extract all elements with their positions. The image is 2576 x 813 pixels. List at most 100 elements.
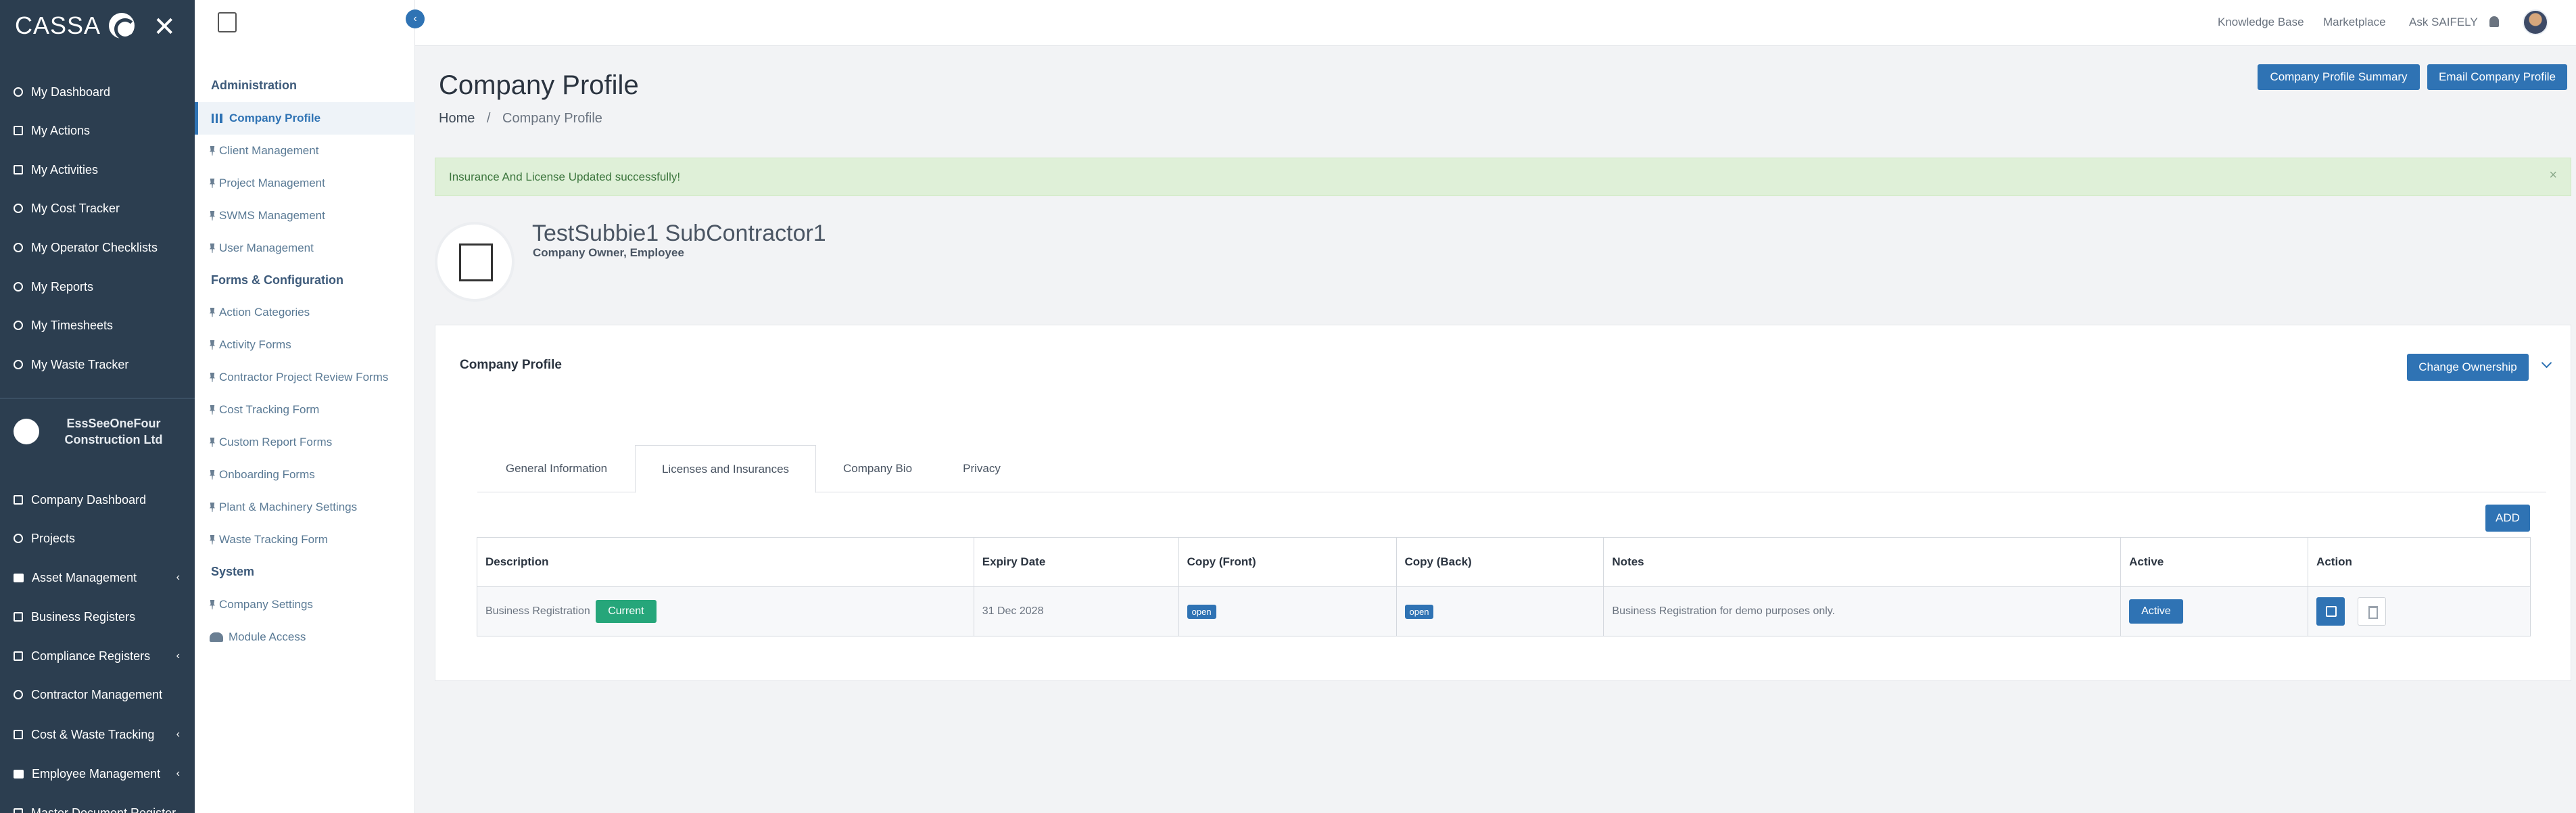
tab-general-information[interactable]: General Information	[477, 445, 636, 492]
active-cell: Active	[2120, 586, 2309, 636]
close-alert-icon[interactable]: ×	[2549, 168, 2557, 183]
sidebar-item-label: Employee Management	[32, 766, 161, 781]
box-icon	[14, 165, 23, 175]
licenses-table: Description Expiry Date Copy (Front) Cop…	[477, 537, 2531, 636]
column-header[interactable]: Copy (Back)	[1396, 537, 1604, 587]
subnav-item-action-categories[interactable]: Action Categories	[210, 306, 310, 319]
breadcrumb: Home / Company Profile	[439, 111, 602, 126]
sidebar-item-master-document-register[interactable]: Master Document Register	[0, 794, 195, 813]
column-header[interactable]: Notes	[1603, 537, 2122, 587]
add-button[interactable]: ADD	[2485, 505, 2530, 532]
chevron-left-icon: ‹	[176, 768, 180, 779]
sidebar-item-business-registers[interactable]: Business Registers	[0, 598, 195, 636]
tab-privacy[interactable]: Privacy	[938, 445, 1025, 492]
sidebar-item-my-cost-tracker[interactable]: My Cost Tracker	[0, 189, 195, 227]
sidebar-item-my-activities[interactable]: My Activities	[0, 151, 195, 189]
sidebar-item-contractor-management[interactable]: Contractor Management	[0, 676, 195, 714]
company-switcher[interactable]: EssSeeOneFour Construction Ltd	[0, 398, 195, 464]
brand-name: CASSA	[15, 11, 101, 39]
subnav-item-module-access[interactable]: Module Access	[210, 630, 306, 644]
sidebar-item-label: Company Dashboard	[31, 492, 147, 507]
action-cell	[2308, 586, 2531, 636]
copy-back-cell: open	[1396, 586, 1604, 636]
profile-header: TestSubbie1 SubContractor1 Company Owner…	[435, 202, 2571, 310]
subnav-item-company-settings[interactable]: Company Settings	[210, 598, 313, 611]
subnav-item-cost-tracking-form[interactable]: Cost Tracking Form	[210, 403, 319, 417]
asset-icon	[14, 573, 24, 582]
pin-icon	[210, 308, 215, 317]
subnav-item-label: Onboarding Forms	[219, 468, 315, 481]
knowledge-base-link[interactable]: Knowledge Base	[2218, 16, 2304, 29]
marketplace-link[interactable]: Marketplace	[2323, 16, 2386, 29]
pin-icon	[210, 373, 215, 382]
subnav-item-label: Project Management	[219, 177, 325, 189]
column-header[interactable]: Description	[477, 537, 974, 587]
company-profile-summary-button[interactable]: Company Profile Summary	[2258, 64, 2420, 90]
subnav-item-swms-management[interactable]: SWMS Management	[210, 209, 325, 223]
ring-icon	[14, 243, 23, 252]
sidebar-item-my-reports[interactable]: My Reports	[0, 268, 195, 306]
subnav-heading-system: System	[211, 565, 255, 578]
open-back-link[interactable]: open	[1404, 604, 1434, 619]
close-sidebar-icon[interactable]: ✕	[153, 14, 176, 41]
table-row: Business Registration Current 31 Dec 202…	[477, 586, 2531, 636]
change-ownership-button[interactable]: Change Ownership	[2407, 354, 2529, 381]
chevron-down-icon[interactable]	[2541, 357, 2552, 369]
status-badge: Current	[596, 600, 657, 623]
ask-saifely-link[interactable]: Ask SAIFELY	[2409, 16, 2478, 29]
subnav-item-plant-machinery-settings[interactable]: Plant & Machinery Settings	[210, 501, 357, 514]
sidebar-item-compliance-registers[interactable]: Compliance Registers ‹	[0, 637, 195, 675]
page-title: Company Profile	[439, 70, 639, 100]
sidebar-item-my-dashboard[interactable]: My Dashboard	[0, 73, 195, 111]
sidebar-item-label: My Dashboard	[31, 85, 111, 99]
collapse-subnav-button[interactable]: ‹	[406, 9, 425, 28]
subnav-item-project-management[interactable]: Project Management	[210, 177, 325, 190]
column-header[interactable]: Copy (Front)	[1178, 537, 1397, 587]
sidebar-item-label: Business Registers	[31, 609, 136, 624]
cost-icon	[14, 730, 23, 739]
subnav-item-company-profile[interactable]: Company Profile	[195, 102, 415, 135]
company-profile-panel: Company Profile Change Ownership General…	[435, 325, 2571, 681]
user-avatar[interactable]	[2523, 9, 2548, 35]
trash-icon[interactable]	[2357, 597, 2386, 626]
main-sidebar: CASSA ✕ My Dashboard My Actions My Activ…	[0, 0, 195, 813]
brand-logo-icon	[109, 13, 137, 40]
sidebar-item-label: My Operator Checklists	[31, 240, 158, 254]
email-company-profile-button[interactable]: Email Company Profile	[2427, 64, 2567, 90]
sidebar-item-label: Asset Management	[32, 570, 137, 584]
column-header[interactable]: Expiry Date	[973, 537, 1179, 587]
sidebar-item-projects[interactable]: Projects	[0, 519, 195, 557]
subnav-item-activity-forms[interactable]: Activity Forms	[210, 338, 291, 352]
sidebar-item-asset-management[interactable]: Asset Management ‹	[0, 559, 195, 597]
tab-licenses-insurances[interactable]: Licenses and Insurances	[635, 445, 816, 493]
subnav-item-custom-report-forms[interactable]: Custom Report Forms	[210, 436, 332, 449]
sidebar-item-company-dashboard[interactable]: Company Dashboard	[0, 481, 195, 519]
subnav-item-user-management[interactable]: User Management	[210, 241, 314, 255]
subnav-item-label: Activity Forms	[219, 338, 291, 351]
sidebar-item-cost-waste-tracking[interactable]: Cost & Waste Tracking ‹	[0, 716, 195, 753]
sidebar-item-my-timesheets[interactable]: My Timesheets	[0, 306, 195, 344]
subnav-item-waste-tracking-form[interactable]: Waste Tracking Form	[210, 533, 328, 547]
sidebar-item-my-operator-checklists[interactable]: My Operator Checklists	[0, 229, 195, 266]
subnav-item-client-management[interactable]: Client Management	[210, 144, 318, 158]
pin-icon	[210, 470, 215, 480]
breadcrumb-home-link[interactable]: Home	[439, 111, 475, 126]
column-header[interactable]: Active	[2120, 537, 2309, 587]
sidebar-item-label: Contractor Management	[31, 687, 163, 701]
sidebar-item-my-actions[interactable]: My Actions	[0, 112, 195, 149]
description-text: Business Registration	[485, 605, 590, 618]
sidebar-item-my-waste-tracker[interactable]: My Waste Tracker	[0, 346, 195, 384]
open-front-link[interactable]: open	[1187, 604, 1216, 619]
subnav-item-onboarding-forms[interactable]: Onboarding Forms	[210, 468, 315, 482]
active-toggle-button[interactable]: Active	[2129, 599, 2183, 624]
subnav-item-label: Action Categories	[219, 306, 310, 319]
edit-icon[interactable]	[2316, 597, 2345, 626]
company-avatar	[14, 419, 39, 444]
sidebar-item-label: My Waste Tracker	[31, 357, 129, 371]
bell-icon[interactable]	[2489, 16, 2499, 27]
sidebar-item-employee-management[interactable]: Employee Management ‹	[0, 755, 195, 793]
tab-company-bio[interactable]: Company Bio	[817, 445, 938, 492]
sidebar-item-label: Master Document Register	[31, 806, 176, 813]
document-icon	[14, 808, 23, 813]
subnav-item-contractor-review-forms[interactable]: Contractor Project Review Forms	[210, 371, 388, 384]
